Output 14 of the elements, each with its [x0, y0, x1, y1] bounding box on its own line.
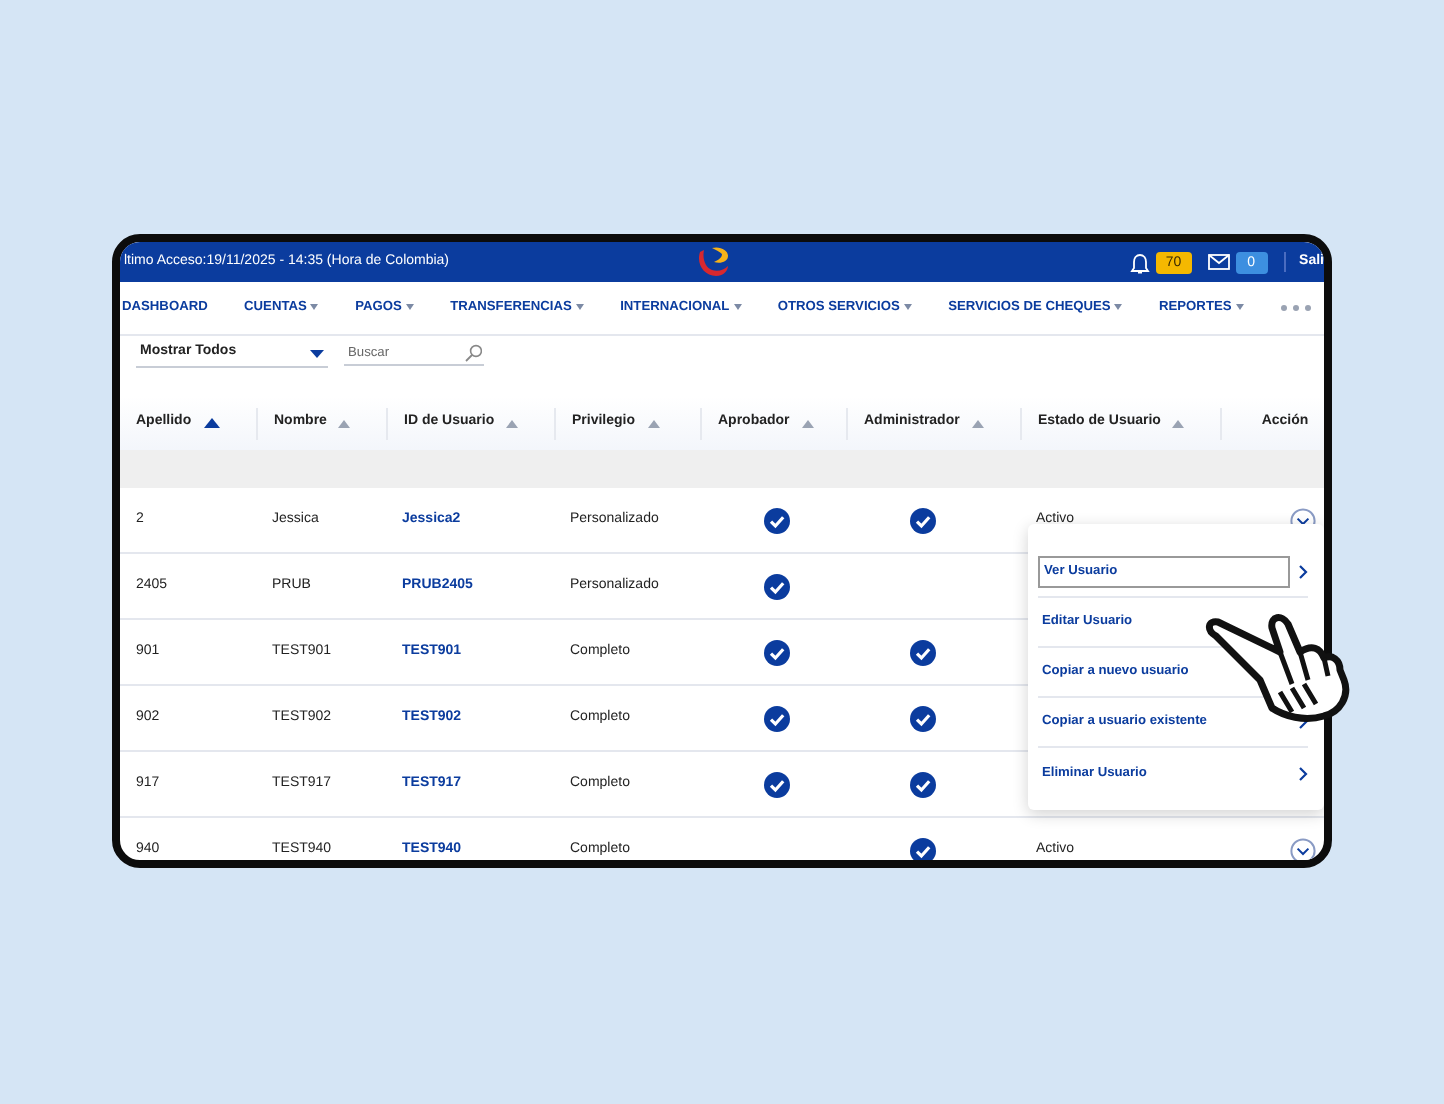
- chevron-down-button[interactable]: [1290, 837, 1316, 860]
- sort-icon[interactable]: [338, 419, 351, 427]
- logo-icon: [694, 244, 734, 280]
- mail-icon[interactable]: [1207, 254, 1230, 270]
- sort-icon[interactable]: [971, 419, 984, 427]
- sort-icon[interactable]: [801, 419, 814, 427]
- caret-icon: [310, 349, 324, 357]
- more-icon[interactable]: [1279, 304, 1312, 312]
- bell-icon[interactable]: [1129, 251, 1150, 273]
- sort-icon[interactable]: [1172, 419, 1185, 427]
- search-icon[interactable]: [464, 344, 482, 363]
- sort-asc-icon[interactable]: [203, 418, 220, 428]
- sort-icon[interactable]: [506, 419, 519, 427]
- sort-icon[interactable]: [647, 419, 660, 427]
